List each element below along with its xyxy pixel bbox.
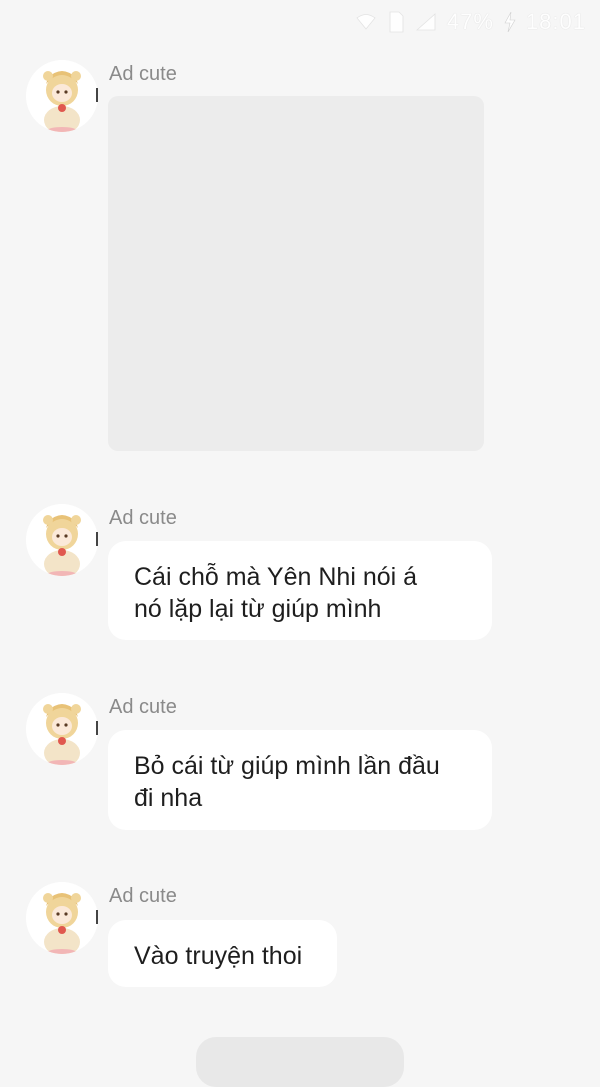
divider [96,910,98,924]
bottom-bubble[interactable] [196,1037,404,1087]
avatar[interactable] [26,504,98,576]
message-bubble[interactable]: Cái chỗ mà Yên Nhi nói á nó lặp lại từ g… [108,541,492,640]
avatar[interactable] [26,693,98,765]
sender-name: Ad cute [109,63,177,85]
divider [96,721,98,735]
sender-name: Ad cute [109,696,177,718]
avatar[interactable] [26,882,98,954]
sender-name: Ad cute [109,885,177,907]
avatar[interactable] [26,60,98,132]
message-bubble[interactable]: Bỏ cái từ giúp mình lần đầu đi nha [108,730,492,830]
divider [96,88,98,102]
message-1: Ad cute [0,0,600,460]
message-bubble[interactable]: Vào truyện thoi [108,920,337,987]
image-attachment[interactable] [108,96,484,451]
divider [96,532,98,546]
sender-name: Ad cute [109,507,177,529]
